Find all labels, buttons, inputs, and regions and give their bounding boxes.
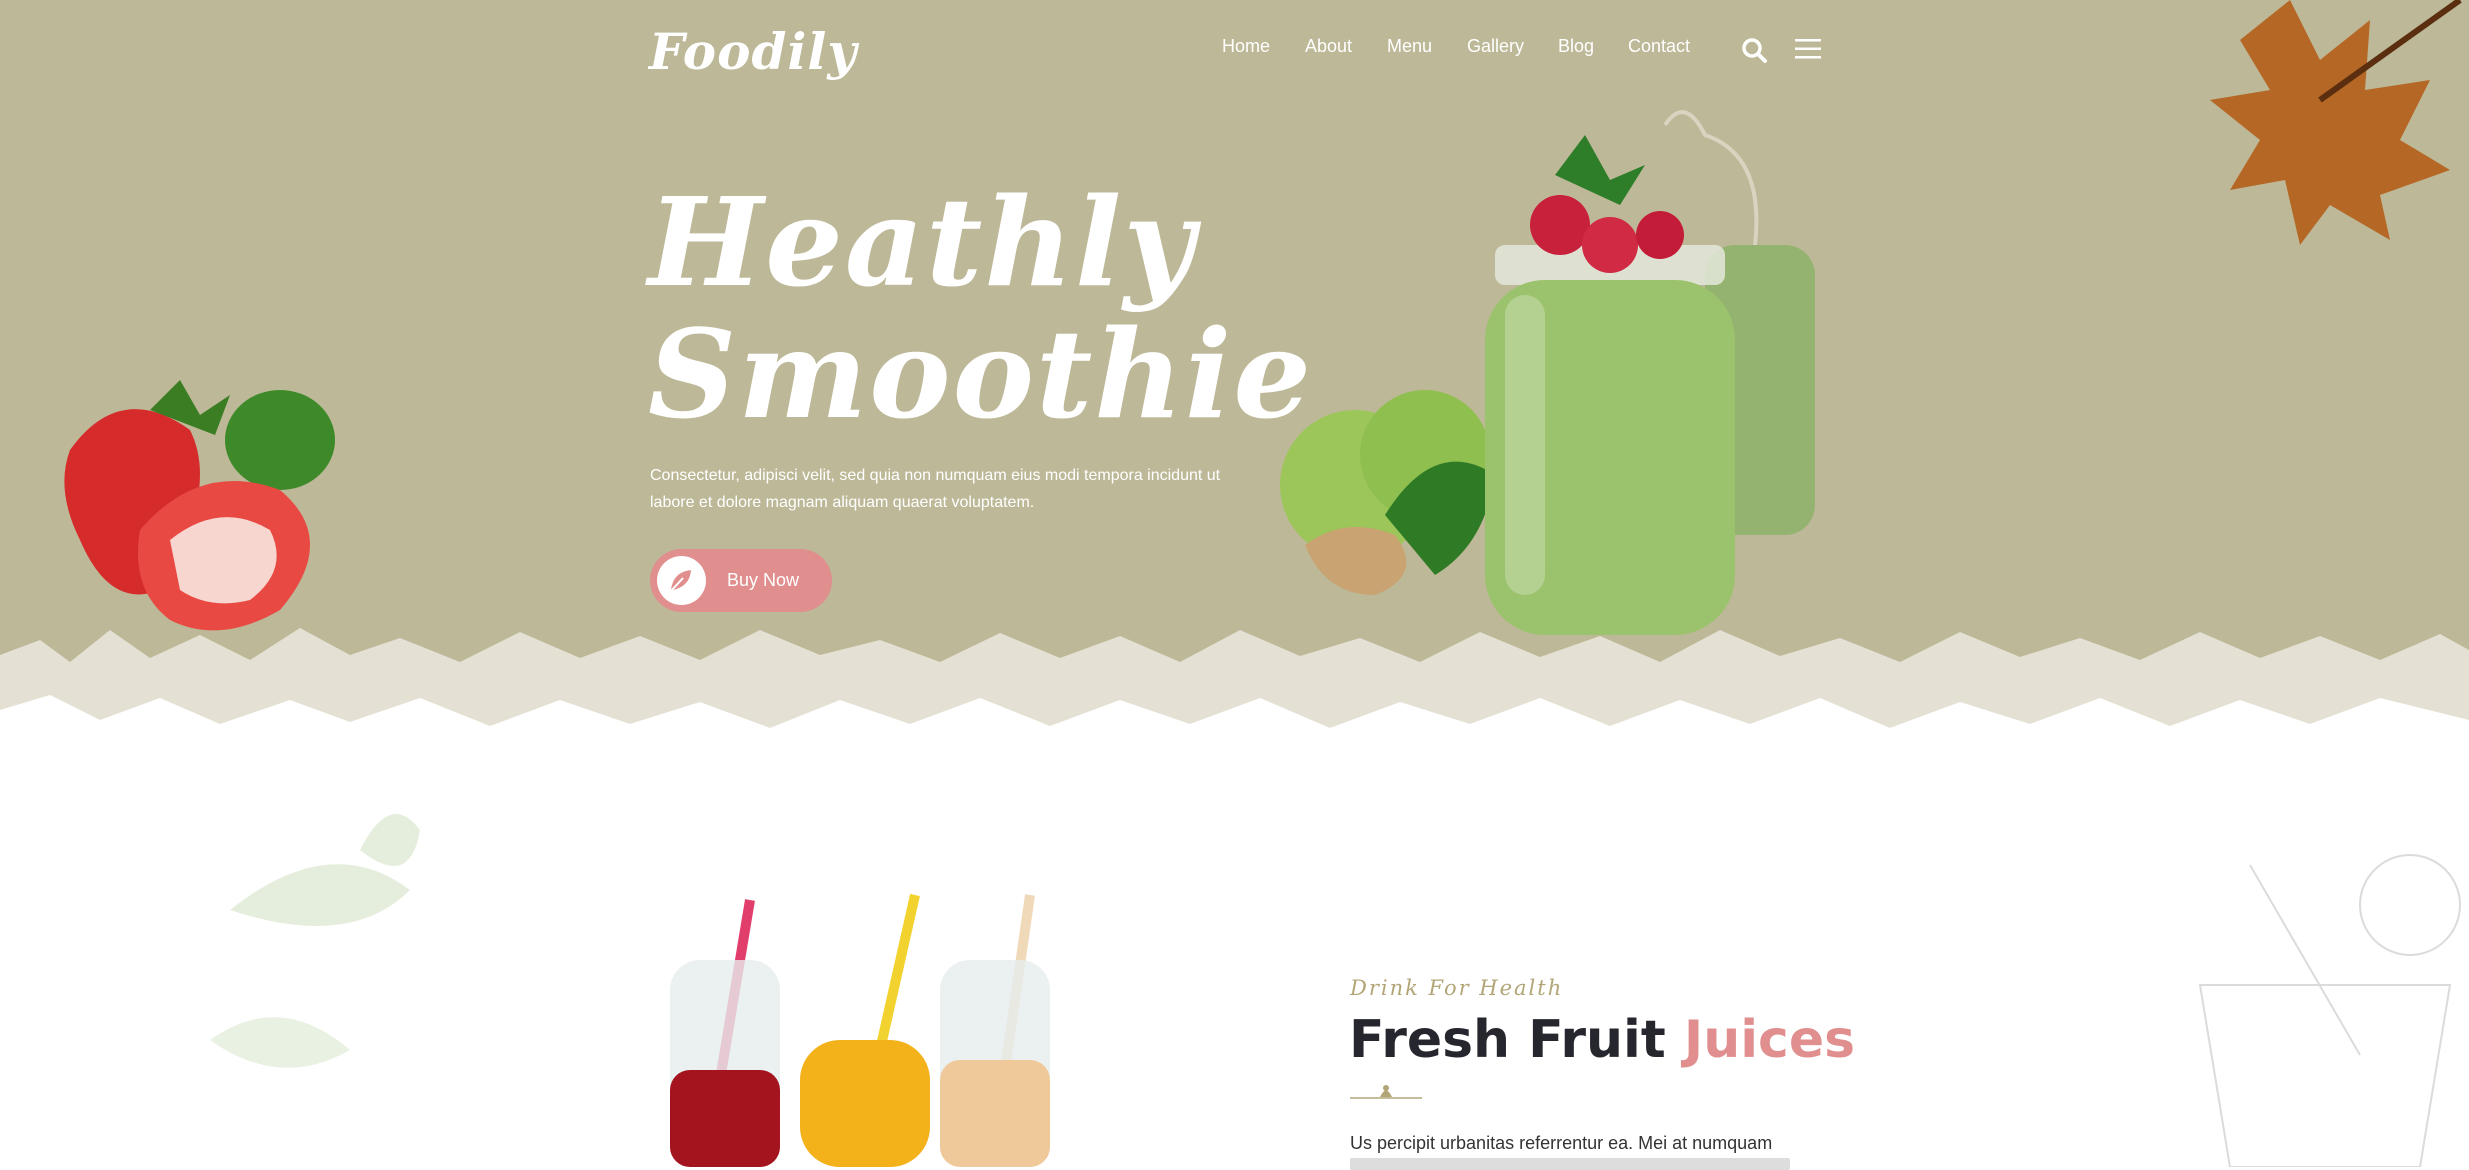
section-title-plain: Fresh Fruit	[1349, 1010, 1666, 1070]
buy-now-button[interactable]: Buy Now	[650, 549, 832, 612]
hero-title: Heathly Smoothie	[648, 176, 1313, 440]
nav-contact[interactable]: Contact	[1628, 36, 1690, 57]
hero-description: Consectetur, adipisci velit, sed quia no…	[650, 467, 1221, 511]
juice-bottles-image	[670, 893, 1050, 1167]
search-icon[interactable]	[1740, 36, 1768, 64]
nav-home[interactable]: Home	[1222, 36, 1270, 57]
section-subtitle: Drink For Health	[1350, 976, 1564, 1000]
nav-gallery[interactable]: Gallery	[1467, 36, 1524, 57]
section-divider-ornament	[1350, 1085, 1422, 1099]
buy-now-label: Buy Now	[727, 570, 800, 590]
mint-leaves-decoration	[210, 814, 420, 1068]
hamburger-menu-icon[interactable]	[1795, 38, 1821, 60]
section-body-text-continuation	[1350, 1158, 1790, 1170]
brand-logo[interactable]: Foodily	[649, 22, 857, 81]
nav-blog[interactable]: Blog	[1558, 36, 1594, 57]
section-title-accent: Juices	[1683, 1010, 1856, 1070]
smoothie-jars-image	[1280, 110, 1815, 635]
juice-sketch-decoration	[2198, 854, 2461, 1167]
section-title: Fresh Fruit Juices	[1349, 1010, 1855, 1070]
torn-paper-edge	[0, 628, 2469, 760]
section-body-text: Us percipit urbanitas referrentur ea. Me…	[1350, 1133, 1773, 1153]
nav-about[interactable]: About	[1305, 36, 1352, 57]
hero-title-line2: Smoothie	[648, 302, 1313, 446]
hero-section: Foodily Home About Menu Gallery Blog Con…	[0, 0, 2469, 760]
nav-menu[interactable]: Menu	[1387, 36, 1432, 57]
leaf-icon	[670, 570, 691, 592]
maple-leaf-decoration	[2210, 0, 2462, 245]
button-icon-circle	[657, 556, 706, 605]
hero-title-line1: Heathly	[648, 170, 1197, 314]
